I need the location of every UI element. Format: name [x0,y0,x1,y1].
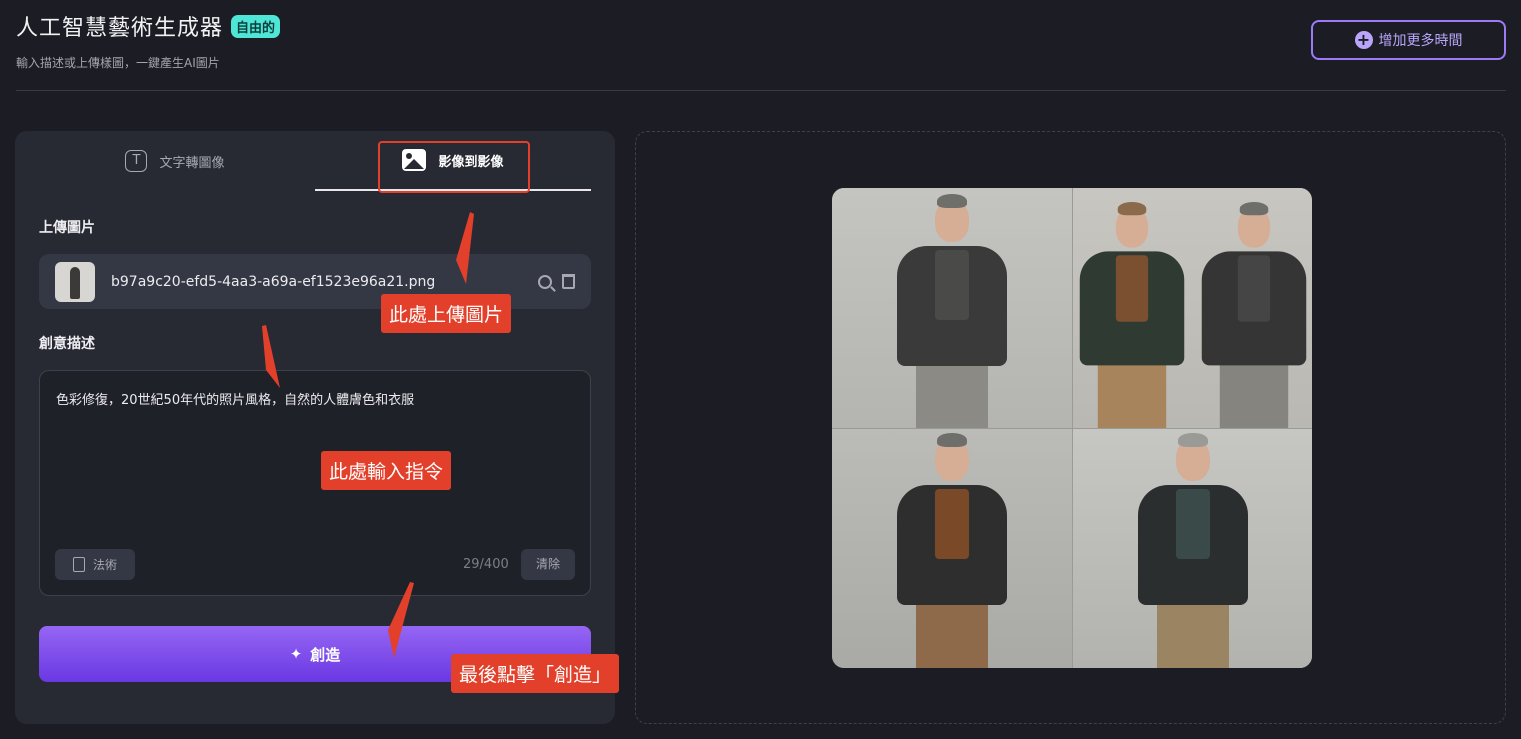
annotation-arrows [262,212,474,658]
annotation-create-hint: 最後點擊「創造」 [451,654,620,693]
arrow-to-upload [456,212,474,284]
annotation-upload-hint: 此處上傳圖片 [381,294,512,333]
arrow-to-create [388,582,414,658]
arrow-to-prompt [262,325,280,388]
annotation-prompt-hint: 此處輸入指令 [321,451,452,490]
